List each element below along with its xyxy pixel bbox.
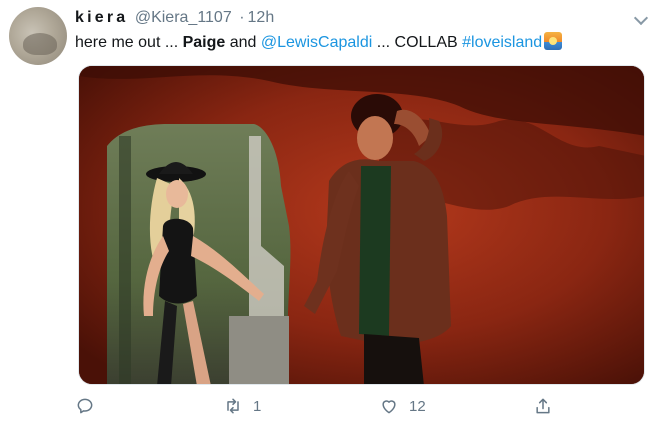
share-icon (536, 398, 550, 414)
user-handle[interactable]: @Kiera_1107 (135, 9, 232, 26)
tweet-header: kiera @Kiera_1107 · 12h (75, 8, 274, 28)
heart-icon (382, 400, 396, 414)
tweet[interactable]: kiera @Kiera_1107 · 12h here me out ... P… (0, 0, 660, 432)
tweet-media-image[interactable] (78, 65, 645, 385)
display-name[interactable]: kiera (75, 9, 128, 26)
retweet-icon (227, 398, 239, 414)
avatar-image (23, 33, 57, 55)
retweet-button[interactable]: 1 (223, 396, 261, 416)
hashtag-link[interactable]: #loveisland (462, 34, 542, 51)
text-segment: here me out ... (75, 34, 183, 51)
like-button[interactable]: 12 (379, 396, 426, 416)
mention-link[interactable]: @LewisCapaldi (261, 34, 372, 51)
reply-icon (77, 398, 93, 414)
chevron-down-icon[interactable] (633, 10, 649, 26)
bold-name: Paige (182, 34, 226, 51)
avatar[interactable] (9, 7, 67, 65)
reply-button[interactable] (75, 396, 95, 416)
tweet-actions: 1 12 (75, 396, 635, 422)
timestamp[interactable]: 12h (248, 9, 275, 26)
tweet-text: here me out ... Paige and @LewisCapaldi … (75, 32, 563, 53)
share-button[interactable] (533, 396, 553, 416)
retweet-count: 1 (253, 397, 262, 415)
like-count: 12 (409, 397, 426, 415)
sunset-emoji-icon (544, 32, 563, 50)
media-illustration (79, 66, 644, 384)
separator: · (239, 9, 245, 26)
text-segment: ... COLLAB (372, 34, 463, 51)
text-segment: and (225, 34, 261, 51)
